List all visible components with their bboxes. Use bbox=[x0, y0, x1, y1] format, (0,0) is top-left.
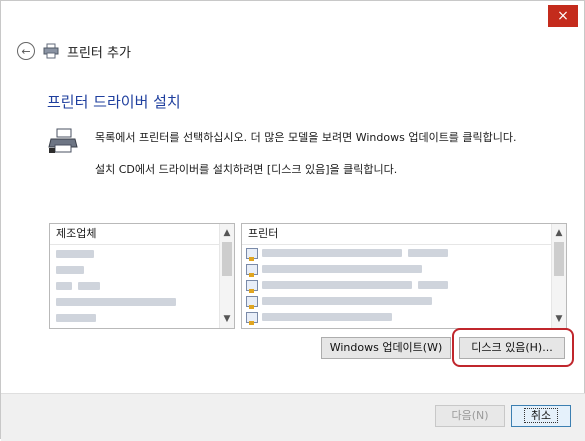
cancel-label: 취소 bbox=[523, 408, 559, 423]
list-item[interactable] bbox=[242, 261, 566, 277]
have-disk-button[interactable]: 디스크 있음(H)... bbox=[459, 337, 565, 359]
scroll-up-icon[interactable]: ▲ bbox=[552, 226, 566, 240]
close-button[interactable]: × bbox=[548, 5, 578, 27]
manufacturer-scrollbar[interactable]: ▲ ▼ bbox=[219, 224, 234, 328]
printer-model-icon bbox=[246, 295, 258, 309]
back-button[interactable]: ← bbox=[17, 42, 35, 60]
printer-icon bbox=[43, 43, 59, 59]
printer-header: 프린터 bbox=[242, 224, 566, 245]
next-button[interactable]: 다음(N) bbox=[435, 405, 505, 427]
printer-model-icon bbox=[246, 311, 258, 325]
list-item[interactable] bbox=[242, 293, 566, 309]
instruction-text-1: 목록에서 프린터를 선택하십시오. 더 많은 모델을 보려면 Windows 업… bbox=[95, 131, 517, 144]
printer-model-icon bbox=[246, 247, 258, 261]
back-arrow-icon: ← bbox=[21, 44, 31, 58]
page-heading: 프린터 드라이버 설치 bbox=[47, 93, 181, 111]
add-printer-dialog: × ← 프린터 추가 프린터 드라이버 설치 목록에서 프린터를 선택하십시오.… bbox=[0, 0, 585, 441]
scroll-down-icon[interactable]: ▼ bbox=[220, 312, 234, 326]
list-item[interactable] bbox=[242, 277, 566, 293]
close-icon: × bbox=[557, 8, 569, 24]
printer-listbox[interactable]: 프린터 ▲ ▼ bbox=[241, 223, 567, 329]
manufacturer-listbox[interactable]: 제조업체 ▲ ▼ bbox=[49, 223, 235, 329]
printer-model-icon bbox=[246, 263, 258, 277]
list-item[interactable] bbox=[56, 311, 234, 325]
list-item[interactable] bbox=[242, 245, 566, 261]
list-item[interactable] bbox=[56, 247, 234, 261]
scroll-thumb[interactable] bbox=[222, 242, 232, 276]
list-item[interactable] bbox=[56, 295, 234, 309]
list-item[interactable] bbox=[56, 263, 234, 277]
window-title: 프린터 추가 bbox=[67, 45, 131, 61]
printer-driver-icon bbox=[48, 128, 78, 153]
manufacturer-header: 제조업체 bbox=[50, 224, 234, 245]
cancel-button[interactable]: 취소 bbox=[511, 405, 571, 427]
title-bar: ← 프린터 추가 bbox=[17, 39, 131, 63]
instruction-text-2: 설치 CD에서 드라이버를 설치하려면 [디스크 있음]을 클릭합니다. bbox=[95, 163, 398, 176]
printer-scrollbar[interactable]: ▲ ▼ bbox=[551, 224, 566, 328]
printer-model-icon bbox=[246, 279, 258, 293]
scroll-thumb[interactable] bbox=[554, 242, 564, 276]
scroll-down-icon[interactable]: ▼ bbox=[552, 312, 566, 326]
scroll-up-icon[interactable]: ▲ bbox=[220, 226, 234, 240]
list-item[interactable] bbox=[242, 309, 566, 325]
windows-update-button[interactable]: Windows 업데이트(W) bbox=[321, 337, 451, 359]
list-item[interactable] bbox=[56, 279, 234, 293]
